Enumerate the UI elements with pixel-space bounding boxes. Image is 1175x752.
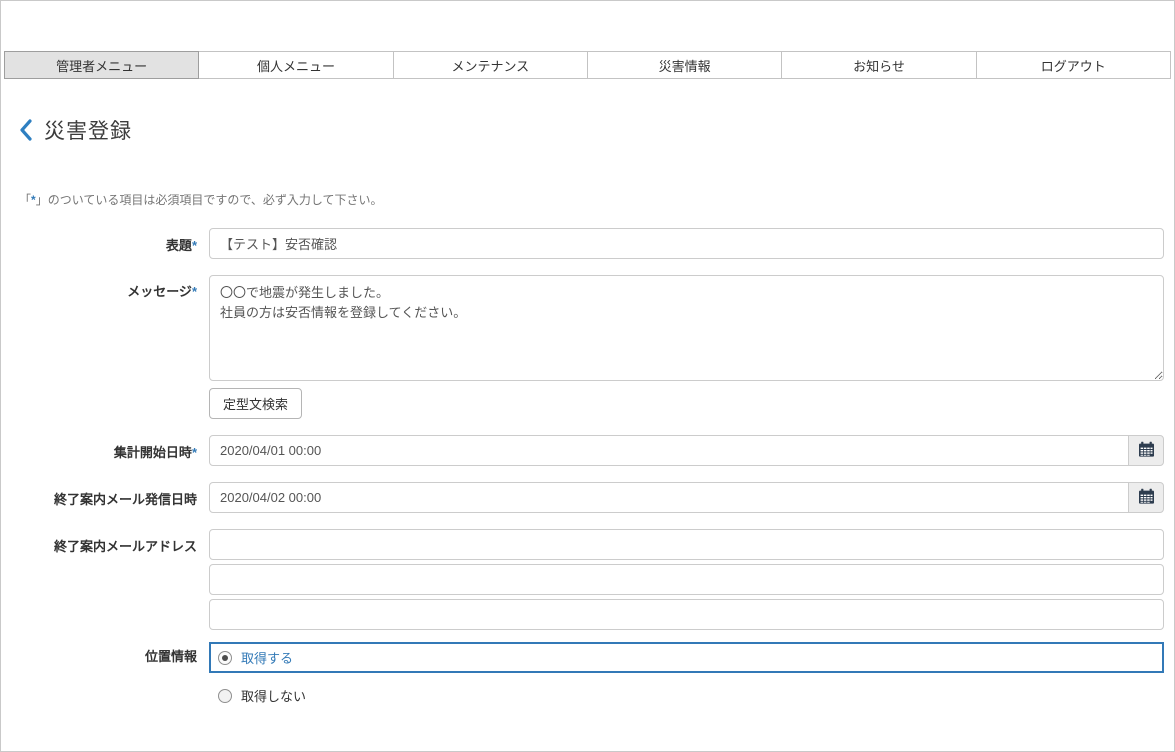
row-end-mail-address: 終了案内メールアドレス bbox=[19, 529, 1164, 630]
location-radio-group: 取得する 取得しない bbox=[209, 640, 1164, 709]
page-title: 災害登録 bbox=[44, 115, 132, 145]
required-mark: * bbox=[192, 284, 197, 299]
row-end-mail-datetime: 終了案内メール発信日時 bbox=[19, 482, 1164, 513]
title-row: 災害登録 bbox=[19, 115, 1164, 145]
radio-option-label: 取得する bbox=[241, 648, 293, 667]
template-search-button[interactable]: 定型文検索 bbox=[209, 388, 302, 419]
radio-option-acquire[interactable]: 取得する bbox=[209, 642, 1164, 673]
note-open: 「 bbox=[19, 193, 31, 207]
page-content: 災害登録 「*」のついている項目は必須項目ですので、必ず入力して下さい。 表題*… bbox=[1, 115, 1174, 752]
header-band bbox=[1, 1, 1174, 51]
end-mail-address-label: 終了案内メールアドレス bbox=[19, 529, 209, 555]
back-chevron-icon[interactable] bbox=[19, 119, 33, 141]
required-mark: * bbox=[192, 238, 197, 253]
row-title: 表題* bbox=[19, 228, 1164, 259]
disaster-form: 表題* メッセージ* 〇〇で地震が発生しました。 社員の方は安否情報を登録してく… bbox=[19, 228, 1164, 752]
end-mail-address-input-2[interactable] bbox=[209, 564, 1164, 595]
message-textarea[interactable]: 〇〇で地震が発生しました。 社員の方は安否情報を登録してください。 bbox=[209, 275, 1164, 381]
note-text: 」のついている項目は必須項目ですので、必ず入力して下さい。 bbox=[36, 193, 383, 207]
required-note: 「*」のついている項目は必須項目ですので、必ず入力して下さい。 bbox=[19, 191, 1164, 208]
required-mark: * bbox=[192, 445, 197, 460]
location-label: 位置情報 bbox=[19, 640, 209, 665]
title-label: 表題* bbox=[19, 228, 209, 254]
end-mail-address-input-3[interactable] bbox=[209, 599, 1164, 630]
app-window: 管理者メニュー 個人メニュー メンテナンス 災害情報 お知らせ ログアウト 災害… bbox=[0, 0, 1175, 752]
end-mail-datetime-input[interactable] bbox=[209, 482, 1129, 513]
calendar-icon bbox=[1138, 488, 1155, 508]
tab-notices[interactable]: お知らせ bbox=[781, 51, 976, 79]
radio-option-label: 取得しない bbox=[241, 686, 306, 705]
row-start-datetime: 集計開始日時* bbox=[19, 435, 1164, 466]
end-mail-datetime-calendar-button[interactable] bbox=[1128, 482, 1164, 513]
tab-logout[interactable]: ログアウト bbox=[976, 51, 1171, 79]
end-mail-datetime-label: 終了案内メール発信日時 bbox=[19, 482, 209, 508]
row-message: メッセージ* 〇〇で地震が発生しました。 社員の方は安否情報を登録してください。… bbox=[19, 275, 1164, 419]
message-label: メッセージ* bbox=[19, 275, 209, 300]
calendar-icon bbox=[1138, 441, 1155, 461]
title-input[interactable] bbox=[209, 228, 1164, 259]
tab-maintenance[interactable]: メンテナンス bbox=[393, 51, 588, 79]
tab-admin-menu[interactable]: 管理者メニュー bbox=[4, 51, 199, 79]
radio-unselected-icon bbox=[218, 689, 232, 703]
radio-option-not-acquire[interactable]: 取得しない bbox=[209, 682, 1164, 709]
main-nav: 管理者メニュー 個人メニュー メンテナンス 災害情報 お知らせ ログアウト bbox=[4, 51, 1171, 79]
start-datetime-label: 集計開始日時* bbox=[19, 435, 209, 461]
radio-selected-icon bbox=[218, 651, 232, 665]
tab-personal-menu[interactable]: 個人メニュー bbox=[198, 51, 393, 79]
row-location: 位置情報 取得する 取得しない bbox=[19, 640, 1164, 709]
tab-disaster-info[interactable]: 災害情報 bbox=[587, 51, 782, 79]
start-datetime-input[interactable] bbox=[209, 435, 1129, 466]
start-datetime-calendar-button[interactable] bbox=[1128, 435, 1164, 466]
end-mail-address-input-1[interactable] bbox=[209, 529, 1164, 560]
